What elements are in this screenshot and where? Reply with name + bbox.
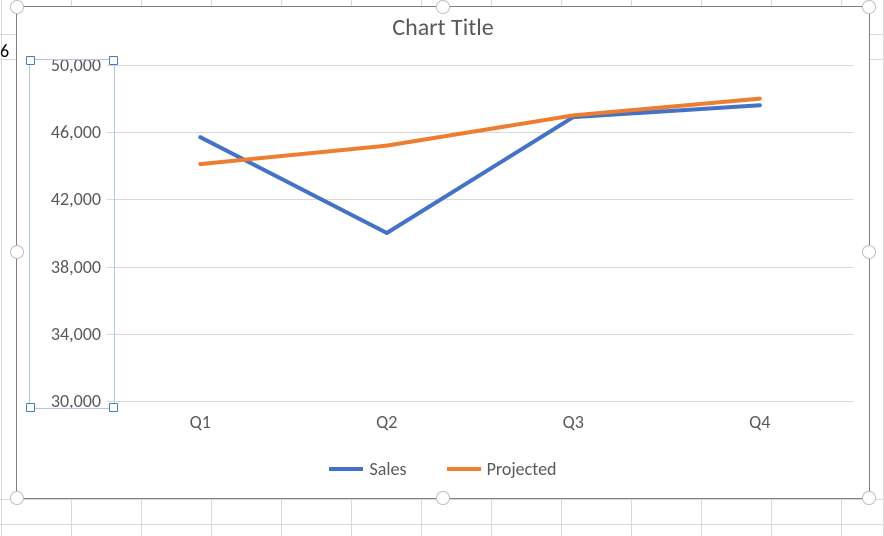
x-tick-label: Q3: [563, 411, 584, 433]
resize-handle-ne[interactable]: [862, 0, 876, 14]
x-tick-label: Q1: [190, 411, 211, 433]
legend-label: Sales: [369, 458, 406, 480]
legend-swatch: [447, 467, 481, 471]
chart-lines: [107, 65, 853, 401]
series-line-projected: [200, 99, 760, 165]
y-axis-selection[interactable]: [29, 59, 115, 409]
resize-handle-s[interactable]: [436, 491, 450, 505]
legend-label: Projected: [487, 458, 557, 480]
x-tick-label: Q2: [376, 411, 397, 433]
plot-area[interactable]: [107, 65, 853, 401]
gridline: [107, 401, 853, 402]
series-line-sales: [200, 105, 760, 233]
resize-handle-e[interactable]: [862, 245, 876, 259]
chart-legend[interactable]: Sales Projected: [17, 454, 869, 480]
resize-handle-w[interactable]: [10, 245, 24, 259]
resize-handle-nw[interactable]: [10, 0, 24, 14]
resize-handle-n[interactable]: [436, 0, 450, 14]
resize-handle-sw[interactable]: [10, 491, 24, 505]
x-tick-label: Q4: [749, 411, 770, 433]
chart-object[interactable]: Chart Title 50,000 46,000 42,000 38,000 …: [16, 6, 870, 499]
resize-handle-se[interactable]: [862, 491, 876, 505]
chart-title[interactable]: Chart Title: [17, 13, 869, 42]
cell-peek-text: 6: [0, 40, 9, 62]
legend-swatch: [329, 467, 363, 471]
legend-item-sales[interactable]: Sales: [329, 458, 406, 480]
legend-item-projected[interactable]: Projected: [447, 458, 557, 480]
